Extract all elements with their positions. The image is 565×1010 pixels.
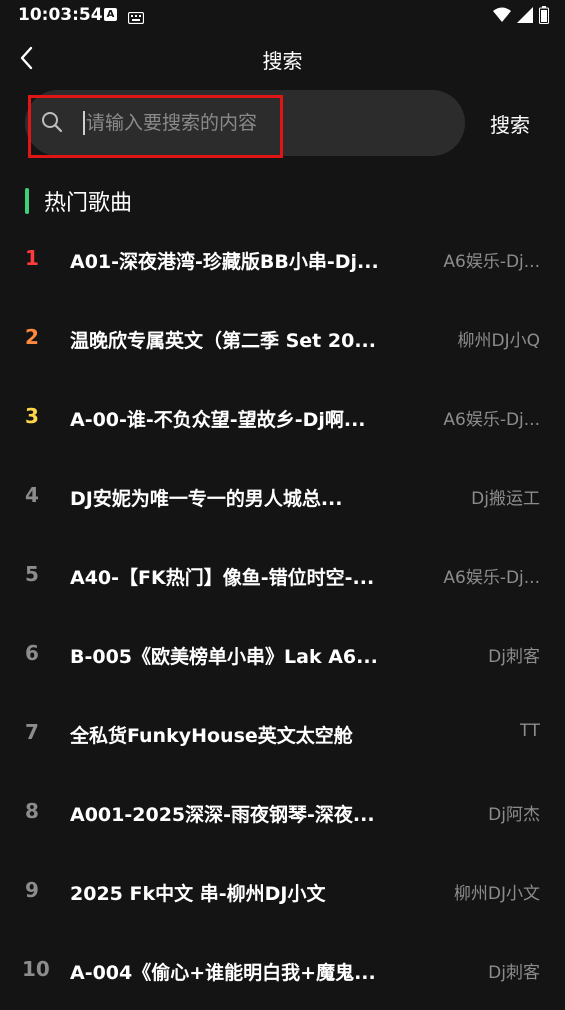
list-item[interactable]: 2 温晚欣专属英文（第二季 Set 20... 柳州DJ小Q	[0, 299, 565, 378]
hot-songs-list: 1 A01-深夜港湾-珍藏版BB小串-Dj... A6娱乐-Dj... 2 温晚欣专属英…	[0, 220, 565, 1010]
list-item[interactable]: 4 DJ安妮为唯一专一的男人城总... Dj搬运工	[0, 457, 565, 536]
song-rank: 4	[25, 483, 39, 507]
song-artist: Dj刺客	[488, 963, 540, 983]
battery-icon	[539, 6, 549, 28]
list-item[interactable]: 9 2025 Fk中文 串-柳州DJ小文 柳州DJ小文	[0, 852, 565, 931]
song-title: DJ安妮为唯一专一的男人城总...	[70, 488, 343, 510]
list-item[interactable]: 8 A001-2025深深-雨夜钢琴-深夜... Dj阿杰	[0, 773, 565, 852]
wifi-icon	[493, 7, 511, 27]
status-icons	[493, 6, 549, 28]
list-item[interactable]: 10 A-004《偷心+谁能明白我+魔鬼... Dj刺客	[0, 931, 565, 1010]
keyboard-icon	[127, 9, 145, 28]
song-artist: Dj搬运工	[471, 489, 540, 509]
song-artist: TT	[519, 721, 540, 741]
list-item[interactable]: 3 A-00-谁-不负众望-望故乡-Dj啊... A6娱乐-Dj...	[0, 378, 565, 457]
list-item[interactable]: 1 A01-深夜港湾-珍藏版BB小串-Dj... A6娱乐-Dj...	[0, 220, 565, 299]
song-rank: 2	[25, 325, 39, 349]
song-title: A40-【FK热门】像鱼-错位时空-...	[70, 567, 375, 589]
song-artist: A6娱乐-Dj...	[443, 252, 540, 272]
song-rank: 7	[25, 720, 39, 744]
song-rank: 10	[22, 957, 50, 981]
song-title: A01-深夜港湾-珍藏版BB小串-Dj...	[70, 251, 379, 273]
song-title: 全私货FunkyHouse英文太空舱	[70, 725, 353, 747]
page-title: 搜索	[262, 49, 303, 73]
song-artist: Dj刺客	[488, 647, 540, 667]
song-artist: A6娱乐-Dj...	[443, 568, 540, 588]
signal-icon	[517, 7, 533, 27]
list-item[interactable]: 7 全私货FunkyHouse英文太空舱 TT	[0, 694, 565, 773]
song-title: A-004《偷心+谁能明白我+魔鬼...	[70, 962, 376, 984]
song-rank: 8	[25, 799, 39, 823]
song-artist: 柳州DJ小文	[453, 884, 540, 904]
song-rank: 5	[25, 562, 39, 586]
song-title: A001-2025深深-雨夜钢琴-深夜...	[70, 804, 375, 826]
song-title: 温晚欣专属英文（第二季 Set 20...	[70, 330, 376, 352]
search-icon	[40, 110, 64, 138]
status-time: 10:03:54	[18, 5, 103, 25]
song-rank: 1	[25, 246, 39, 270]
notification-app-icon: A	[104, 8, 117, 21]
status-bar: 10:03:54 A	[0, 0, 565, 32]
search-input[interactable]	[86, 106, 276, 140]
song-rank: 6	[25, 641, 39, 665]
song-artist: Dj阿杰	[488, 805, 540, 825]
song-artist: 柳州DJ小Q	[457, 331, 541, 351]
song-rank: 3	[25, 404, 39, 428]
list-item[interactable]: 6 B-005《欧美榜单小串》Lak A6... Dj刺客	[0, 615, 565, 694]
song-title: B-005《欧美榜单小串》Lak A6...	[70, 646, 378, 668]
text-cursor	[83, 111, 85, 135]
section-title: 热门歌曲	[44, 191, 133, 216]
song-title: 2025 Fk中文 串-柳州DJ小文	[70, 883, 326, 905]
list-item[interactable]: 5 A40-【FK热门】像鱼-错位时空-... A6娱乐-Dj...	[0, 536, 565, 615]
song-artist: A6娱乐-Dj...	[443, 410, 540, 430]
search-button[interactable]: 搜索	[490, 109, 530, 138]
section-accent-bar	[25, 188, 29, 214]
song-rank: 9	[25, 878, 39, 902]
app-header: 搜索	[0, 36, 565, 80]
song-title: A-00-谁-不负众望-望故乡-Dj啊...	[70, 409, 366, 431]
